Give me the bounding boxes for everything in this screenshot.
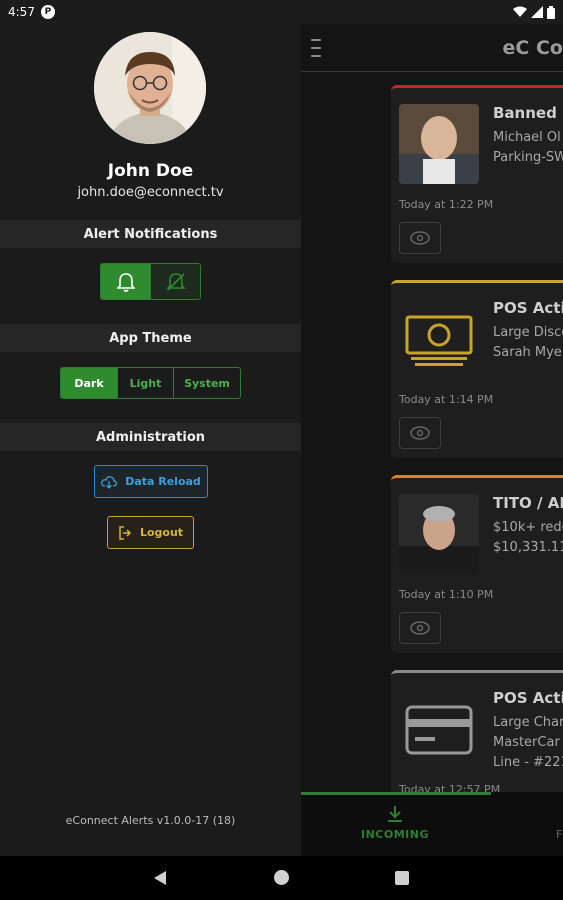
alert-detail: Large Char (493, 715, 563, 730)
alert-detail: Large Disco (493, 325, 563, 340)
app-theme-heading: App Theme (0, 324, 301, 352)
eye-icon (410, 426, 430, 440)
alert-notifications-toggle (100, 263, 201, 300)
menu-icon[interactable] (311, 38, 321, 57)
eye-icon (410, 621, 430, 635)
battery-icon (547, 5, 555, 19)
alert-title: Banned P (493, 104, 563, 122)
bell-off-icon (165, 272, 186, 291)
alert-notifications-heading: Alert Notifications (0, 220, 301, 248)
logout-label: Logout (139, 526, 184, 539)
user-name: John Doe (107, 161, 194, 181)
tab-incoming-label: INCOMING (361, 828, 429, 841)
alert-card[interactable]: POS Activ Large Disco Sarah Mye Today at… (391, 280, 563, 458)
navigation-drawer: John Doe john.doe@econnect.tv Alert Noti… (0, 24, 301, 856)
credit-card-icon (399, 689, 479, 769)
tab-indicator (301, 792, 491, 795)
alert-title: TITO / AM (493, 494, 563, 512)
wifi-icon (513, 6, 527, 17)
alert-detail: Parking-SW (493, 150, 563, 165)
logout-icon (119, 525, 132, 540)
theme-light-button[interactable]: Light (117, 368, 173, 398)
back-icon[interactable] (153, 870, 167, 886)
app-header: eC Co (301, 24, 563, 72)
status-bar: 4:57 P (0, 0, 563, 24)
download-icon (388, 806, 402, 822)
alert-detail: MasterCar (493, 735, 560, 750)
view-button[interactable] (399, 417, 441, 449)
alert-detail: Sarah Mye (493, 345, 562, 360)
alert-time: Today at 1:14 PM (399, 393, 494, 406)
user-email: john.doe@econnect.tv (77, 185, 224, 200)
status-time: 4:57 (8, 5, 35, 19)
system-navigation-bar (0, 856, 563, 900)
alert-title: POS Activ (493, 689, 563, 707)
data-reload-label: Data Reload (125, 475, 201, 488)
alert-photo (399, 104, 479, 184)
alert-photo (399, 494, 479, 574)
avatar (94, 32, 206, 144)
app-theme-toggle: Dark Light System (60, 367, 241, 399)
recent-apps-icon[interactable] (395, 871, 409, 885)
alert-detail: Michael Ol (493, 130, 561, 145)
administration-heading: Administration (0, 423, 301, 451)
alert-detail: Line - #221 (493, 755, 563, 770)
alert-time: Today at 1:22 PM (399, 198, 494, 211)
alert-title: POS Activ (493, 299, 563, 317)
alert-card[interactable]: TITO / AM $10k+ rede $10,331.11 Today at… (391, 475, 563, 653)
home-icon[interactable] (274, 870, 289, 885)
logout-button[interactable]: Logout (107, 516, 194, 549)
cash-icon (399, 299, 479, 379)
signal-icon (531, 6, 543, 18)
alert-card[interactable]: Banned P Michael Ol Parking-SW Today at … (391, 85, 563, 263)
bell-icon (116, 272, 135, 292)
alert-time: Today at 1:10 PM (399, 588, 494, 601)
view-button[interactable] (399, 612, 441, 644)
alert-detail: $10k+ rede (493, 520, 563, 535)
bottom-navigation: INCOMING F (301, 792, 563, 856)
data-reload-button[interactable]: Data Reload (94, 465, 208, 498)
app-title: eC Co (502, 36, 563, 59)
eye-icon (410, 231, 430, 245)
theme-dark-button[interactable]: Dark (61, 368, 117, 398)
app-notification-icon: P (40, 5, 55, 19)
theme-system-button[interactable]: System (173, 368, 240, 398)
notifications-off-button[interactable] (150, 264, 200, 299)
view-button[interactable] (399, 222, 441, 254)
cloud-download-icon (101, 475, 118, 489)
tab-incoming[interactable]: INCOMING (361, 804, 429, 841)
tab-partial-label[interactable]: F (556, 828, 562, 841)
alert-detail: $10,331.11 (493, 540, 563, 555)
app-version: eConnect Alerts v1.0.0-17 (18) (65, 814, 236, 827)
incoming-alerts-screen: eC Co Banned P Michael Ol Parking-SW Tod… (301, 24, 563, 856)
notifications-on-button[interactable] (101, 264, 150, 299)
